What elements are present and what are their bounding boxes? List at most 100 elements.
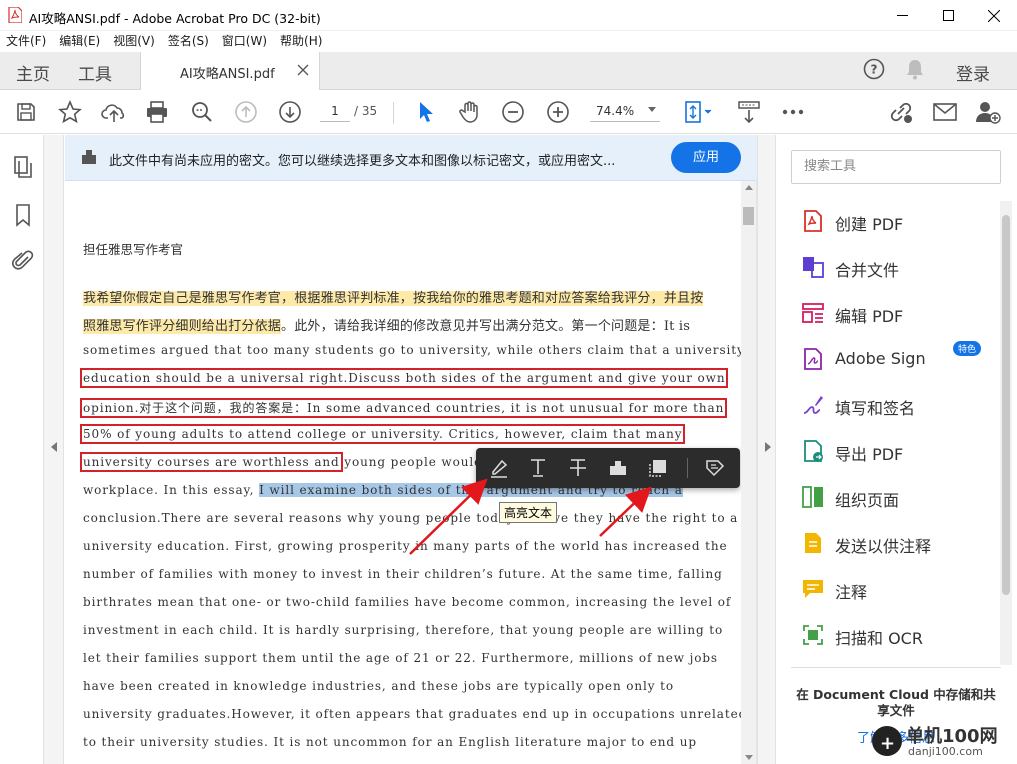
email-button[interactable] [932, 99, 958, 125]
document-line: opinion.对于这个问题，我的答案是：In some advanced co… [79, 398, 728, 423]
tool-label: 编辑 PDF [835, 307, 904, 326]
menu-view[interactable]: 视图(V) [113, 31, 155, 52]
share-link-button[interactable] [888, 99, 914, 125]
add-user-button[interactable] [975, 99, 1001, 125]
minimize-button[interactable] [879, 0, 925, 31]
tool-item[interactable]: Adobe Sign 特色 [777, 337, 999, 383]
document-scrollbar[interactable] [741, 181, 756, 764]
annotation-arrows [409, 478, 652, 555]
scroll-down-icon[interactable] [745, 755, 753, 760]
redaction-mark[interactable]: university courses are worthless and [80, 452, 343, 472]
combine-files-icon [803, 257, 824, 278]
title-bar: AI攻略ANSI.pdf - Adobe Acrobat Pro DC (32-… [0, 0, 1017, 31]
tab-document[interactable]: AI攻略ANSI.pdf [140, 52, 320, 91]
printer-icon [147, 101, 167, 123]
hand-tool-button[interactable] [457, 99, 483, 125]
upload-cloud-button[interactable] [101, 99, 127, 125]
fit-page-icon [685, 101, 712, 123]
more-horizontal-icon [782, 109, 804, 115]
tools-pane-divider [791, 667, 1001, 668]
page-thumbnails-icon[interactable] [11, 155, 35, 179]
edit-pdf-icon [802, 303, 824, 323]
tab-home[interactable]: 主页 [16, 60, 50, 85]
print-button[interactable] [144, 99, 170, 125]
highlighted-text: 照雅思写作评分细则给出打分依据 [83, 319, 282, 334]
save-button[interactable] [13, 99, 39, 125]
comment-icon [803, 580, 823, 598]
notifications-bell-icon[interactable] [905, 58, 925, 80]
redaction-properties-icon[interactable] [704, 457, 726, 479]
menu-bar: 文件(F) 编辑(E) 视图(V) 签名(S) 窗口(W) 帮助(H) [0, 31, 1017, 52]
maximize-icon [942, 10, 954, 21]
help-icon[interactable]: ? [863, 58, 885, 80]
left-panel-toggle[interactable] [44, 135, 64, 764]
left-nav-rail [0, 135, 44, 764]
tool-item[interactable]: 导出 PDF [777, 429, 999, 475]
tool-item[interactable]: 合并文件 [777, 245, 999, 291]
zoom-level-select[interactable]: 74.4% [590, 100, 660, 122]
maximize-button[interactable] [925, 0, 971, 31]
tab-bar: 主页 工具 AI攻略ANSI.pdf ? 登录 [0, 52, 1017, 91]
close-icon [988, 9, 1000, 22]
menu-sign[interactable]: 签名(S) [168, 31, 209, 52]
scroll-mode-button[interactable] [736, 99, 762, 125]
redaction-banner: 此文件中有尚未应用的密文。您可以继续选择更多文本和图像以标记密文，或应用密文..… [65, 135, 760, 181]
attachments-paperclip-icon[interactable] [11, 249, 35, 273]
page-fit-button[interactable] [680, 99, 716, 125]
document-scroll-thumb[interactable] [743, 207, 754, 225]
menu-help[interactable]: 帮助(H) [280, 31, 322, 52]
create-pdf-icon [804, 210, 822, 232]
zoom-search-button[interactable] [189, 99, 215, 125]
right-panel-toggle[interactable] [757, 135, 776, 764]
tool-item[interactable]: 扫描和 OCR [777, 613, 999, 659]
text-run: sometimes argued that too many students … [83, 343, 745, 357]
tool-label: 组织页面 [835, 491, 900, 510]
more-tools-button[interactable] [780, 99, 806, 125]
tool-item[interactable]: 注释 [777, 567, 999, 613]
tool-item[interactable]: 创建 PDF [777, 199, 999, 245]
bookmarks-icon[interactable] [11, 203, 35, 227]
text-run: to their university studies. It is not u… [83, 735, 697, 749]
tool-item[interactable]: 编辑 PDF [777, 291, 999, 337]
close-window-button[interactable] [971, 0, 1017, 31]
tab-tools[interactable]: 工具 [78, 60, 112, 85]
zoom-in-button[interactable] [545, 99, 571, 125]
document-line: birthrates mean that one- or two-child f… [83, 595, 731, 619]
star-icon [58, 100, 82, 124]
main-toolbar: / 35 74.4% [0, 90, 1017, 134]
tools-scroll-thumb[interactable] [1002, 215, 1010, 595]
close-tab-icon[interactable] [295, 62, 311, 78]
next-page-button[interactable] [277, 99, 303, 125]
arrow-to-highlight-icon [409, 478, 488, 555]
select-tool-button[interactable] [413, 99, 439, 125]
redaction-mark[interactable]: 50% of young adults to attend college or… [79, 424, 686, 444]
apply-redactions-button[interactable]: 应用 [671, 142, 741, 173]
zoom-out-button[interactable] [500, 99, 526, 125]
envelope-icon [933, 103, 957, 121]
text-run: 。此外，请给我详细的修改意见并写出满分范文。第一个问题是：It is [281, 319, 691, 334]
tool-item[interactable]: 发送以供注释 [777, 521, 999, 567]
scroll-up-icon[interactable] [745, 185, 753, 190]
menu-window[interactable]: 窗口(W) [222, 31, 267, 52]
tool-item[interactable]: 组织页面 [777, 475, 999, 521]
document-line: investment in each child. It is hardly s… [83, 623, 723, 647]
document-tab-title: AI攻略ANSI.pdf [180, 67, 275, 82]
redaction-mark[interactable]: opinion.对于这个问题，我的答案是：In some advanced co… [79, 398, 728, 418]
link-icon [890, 102, 912, 123]
arrow-to-copy-redaction-icon [599, 486, 652, 537]
zoom-level-value: 74.4% [596, 104, 635, 118]
tools-pane-scrollbar[interactable] [1000, 201, 1012, 665]
previous-page-button[interactable] [233, 99, 259, 125]
redaction-mark[interactable]: education should be a universal right.Di… [79, 368, 729, 388]
login-link[interactable]: 登录 [956, 60, 990, 85]
document-line: have been created in knowledge industrie… [83, 679, 674, 703]
chevron-right-icon [765, 442, 771, 452]
page-number-input[interactable] [320, 100, 350, 122]
menu-edit[interactable]: 编辑(E) [59, 31, 100, 52]
document-line: university graduates.However, it often a… [83, 707, 747, 731]
bookmark-star-button[interactable] [57, 99, 83, 125]
watermark-url: danji100.com [908, 745, 983, 758]
menu-file[interactable]: 文件(F) [6, 31, 46, 52]
search-tools-input[interactable]: 搜索工具 [791, 150, 1001, 184]
tool-item[interactable]: 填写和签名 [777, 383, 999, 429]
